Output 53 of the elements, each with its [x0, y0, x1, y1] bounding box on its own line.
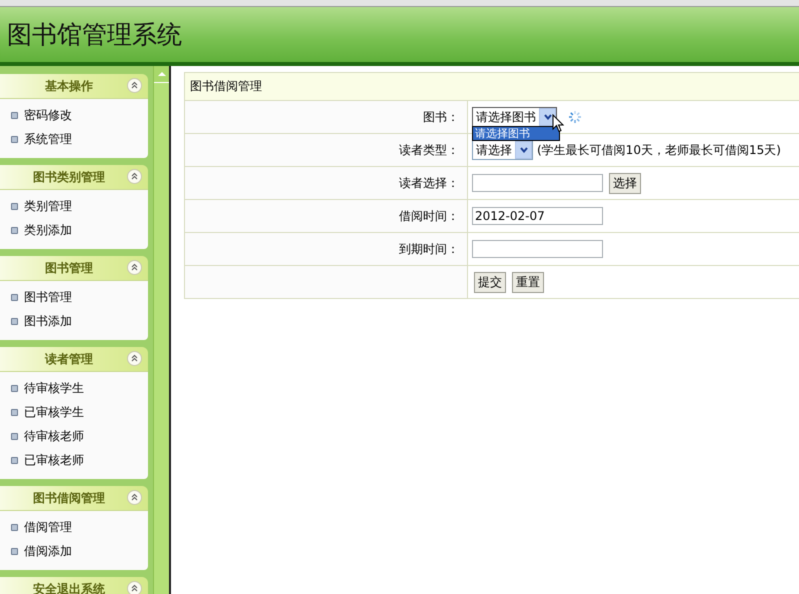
menu-group-header[interactable]: 读者管理	[0, 347, 148, 372]
panel-title: 图书借阅管理	[185, 73, 799, 101]
collapse-icon[interactable]	[127, 260, 142, 275]
menu-item[interactable]: 借阅管理	[24, 518, 72, 536]
collapse-icon[interactable]	[127, 78, 142, 93]
bullet-icon	[11, 112, 18, 118]
menu-group-header[interactable]: 基本操作	[0, 74, 148, 99]
bullet-icon	[11, 432, 18, 440]
bullet-icon	[11, 294, 18, 300]
menu-item[interactable]: 系统管理	[24, 130, 72, 148]
field-label: 借阅时间：	[185, 200, 468, 232]
field-label: 到期时间：	[185, 233, 468, 265]
select-field[interactable]: 请选择	[472, 140, 533, 160]
bullet-icon	[11, 456, 18, 464]
menu-item[interactable]: 待审核学生	[24, 380, 84, 396]
menu-item[interactable]: 已审核老师	[24, 452, 84, 468]
input-field[interactable]	[472, 240, 603, 258]
field-label: 读者类型：	[185, 134, 468, 166]
input-field[interactable]: 2012-02-07	[472, 207, 603, 225]
menu-group-header[interactable]: 安全退出系统	[0, 577, 148, 594]
menu-item[interactable]: 类别添加	[24, 222, 72, 238]
dropdown-option[interactable]: 请选择图书	[473, 127, 559, 140]
collapse-icon[interactable]	[127, 351, 142, 366]
menu-item[interactable]: 类别管理	[24, 198, 72, 214]
menu-item[interactable]: 密码修改	[24, 106, 72, 124]
bullet-icon	[11, 408, 18, 416]
form-button[interactable]: 重置	[512, 272, 544, 292]
menu-group-header[interactable]: 图书借阅管理	[0, 486, 148, 511]
bullet-icon	[11, 548, 18, 554]
select-field[interactable]: 请选择图书	[472, 107, 557, 127]
form-button[interactable]: 提交	[474, 272, 506, 292]
collapse-icon[interactable]	[127, 581, 142, 594]
bullet-icon	[11, 226, 18, 234]
select-button[interactable]: 选择	[609, 172, 641, 194]
collapse-icon[interactable]	[127, 169, 142, 184]
field-label: 读者选择：	[185, 167, 468, 199]
menu-item[interactable]: 图书管理	[24, 288, 72, 306]
menu-group-header[interactable]: 图书管理	[0, 256, 148, 281]
app-title: 图书馆管理系统	[7, 19, 182, 51]
menu-item[interactable]: 借阅添加	[24, 542, 72, 560]
field-label: 图书：	[185, 101, 468, 133]
menu-item[interactable]: 已审核学生	[24, 404, 84, 420]
bullet-icon	[11, 524, 18, 530]
bullet-icon	[11, 384, 18, 392]
bullet-icon	[11, 202, 18, 210]
menu-item[interactable]: 图书添加	[24, 312, 72, 330]
menu-item[interactable]: 待审核老师	[24, 428, 84, 444]
hint-text: (学生最长可借阅10天，老师最长可借阅15天)	[537, 142, 781, 158]
bullet-icon	[11, 318, 18, 324]
menu-group-header[interactable]: 图书类别管理	[0, 165, 148, 190]
input-field[interactable]	[472, 174, 603, 192]
bullet-icon	[11, 136, 18, 142]
collapse-icon[interactable]	[127, 490, 142, 505]
